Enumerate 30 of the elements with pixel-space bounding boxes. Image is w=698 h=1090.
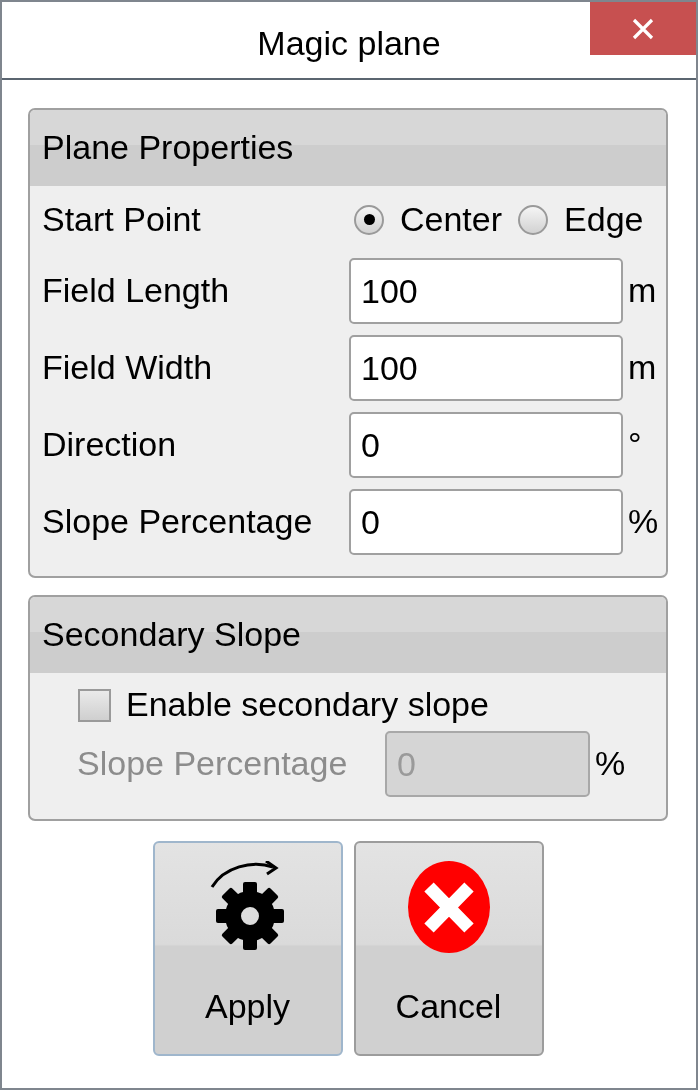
group-header: Plane Properties <box>30 110 666 186</box>
radio-label[interactable]: Edge <box>564 199 644 240</box>
text-field[interactable]: 0 <box>349 489 623 555</box>
field-label: Start Point <box>42 199 202 240</box>
close-button[interactable] <box>590 2 696 55</box>
window-title: Magic plane <box>257 23 441 64</box>
cancel-button[interactable]: Cancel <box>353 841 544 1056</box>
x-circle-icon <box>407 861 490 953</box>
unit-label: % <box>628 502 659 542</box>
field-label: Field Width <box>42 348 214 388</box>
unit-label: m <box>628 271 657 311</box>
checkbox[interactable] <box>78 688 111 722</box>
field-label: Slope Percentage <box>77 744 349 784</box>
radio-button[interactable] <box>354 204 384 235</box>
unit-label: % <box>595 744 626 784</box>
text-field[interactable]: 0 <box>349 412 623 478</box>
text-field[interactable]: 100 <box>349 335 623 401</box>
unit-label: ° <box>628 425 642 465</box>
field-label: Slope Percentage <box>42 502 314 542</box>
text-field[interactable]: 100 <box>349 258 623 324</box>
apply-button[interactable]: Apply <box>152 841 343 1056</box>
gear-arrow-icon <box>209 861 286 952</box>
close-icon <box>632 17 654 40</box>
group-header: Secondary Slope <box>30 597 666 673</box>
radio-button[interactable] <box>518 204 549 235</box>
field-label: Direction <box>42 425 178 465</box>
unit-label: m <box>628 348 657 388</box>
checkbox-label[interactable]: Enable secondary slope <box>126 685 489 725</box>
field-label: Field Length <box>42 271 231 311</box>
radio-label[interactable]: Center <box>400 199 503 240</box>
